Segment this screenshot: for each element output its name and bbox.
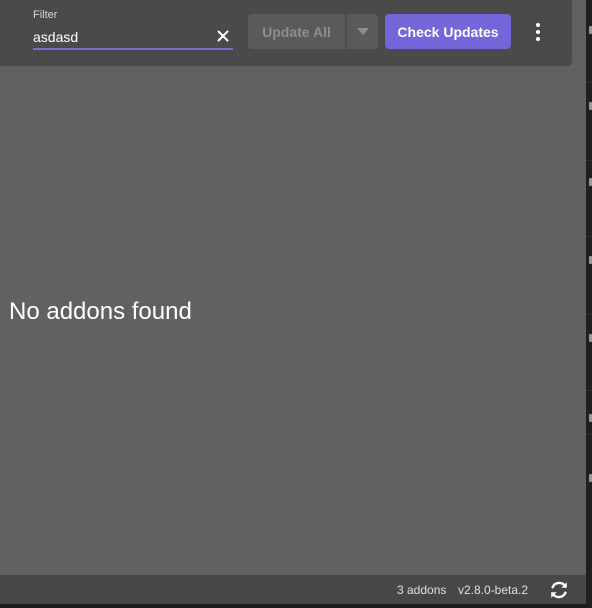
check-updates-button[interactable]: Check Updates — [385, 14, 511, 49]
toolbar: Filter Update All Check Updates — [0, 0, 572, 66]
more-options-button[interactable] — [526, 18, 550, 46]
background-divider — [586, 314, 592, 315]
background-divider — [586, 236, 592, 237]
more-vertical-icon-dot — [536, 30, 540, 34]
caret-down-icon — [356, 27, 369, 35]
filter-label: Filter — [33, 9, 58, 21]
refresh-button[interactable] — [548, 579, 570, 601]
refresh-icon — [551, 581, 567, 599]
background-window-edge — [586, 0, 592, 608]
background-divider — [586, 160, 592, 161]
background-divider — [586, 390, 592, 391]
more-vertical-icon-dot — [536, 37, 540, 41]
addon-manager-window: Filter Update All Check Updates No addon… — [0, 0, 586, 604]
filter-input[interactable] — [33, 26, 233, 50]
addon-count: 3 addons — [397, 583, 447, 597]
more-vertical-icon — [536, 23, 540, 27]
update-options-dropdown-button[interactable] — [347, 14, 378, 49]
status-bar: 3 addons v2.8.0-beta.2 — [0, 575, 586, 604]
empty-state-message: No addons found — [9, 298, 192, 325]
close-icon — [217, 30, 229, 42]
background-divider — [586, 434, 592, 435]
clear-filter-button[interactable] — [214, 27, 232, 45]
background-divider — [586, 82, 592, 83]
version-label: v2.8.0-beta.2 — [458, 583, 529, 597]
update-all-button[interactable]: Update All — [248, 14, 345, 49]
